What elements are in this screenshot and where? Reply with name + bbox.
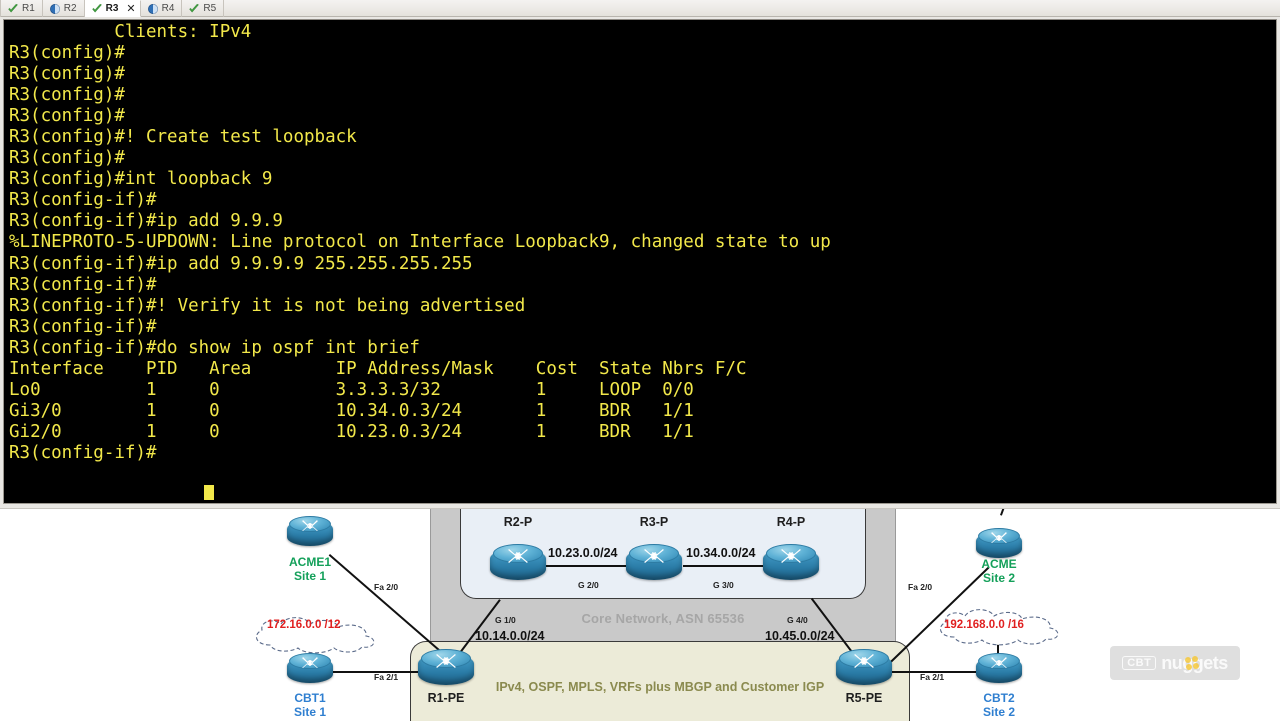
router-sublabel-text: Site 2 [982,570,1015,585]
watermark-cbt-label: CBT [1122,656,1157,670]
nugget-dots-icon [1185,655,1200,671]
interface-label-fa21-left: Fa 2/1 [374,672,399,682]
watermark-nuggets-label: nuggets [1161,653,1228,674]
network-label-10-14: 10.14.0.0/24 [475,629,545,643]
router-console-tabbar: R1 R2 R3 ✕ R4 R5 [0,0,1280,17]
router-cbt2-label: CBT2 Site 2 [959,691,1039,719]
network-label-10-34: 10.34.0.0/24 [686,546,756,560]
clock-icon [49,3,61,15]
check-icon [91,3,103,15]
router-r5pe-label: R5-PE [845,691,883,705]
terminal-cursor [204,485,214,500]
tab-label: R1 [22,3,35,14]
interface-label-fa20-right: Fa 2/0 [908,582,933,592]
cloud-right-label: 192.168.0.0 /16 [944,619,1024,631]
terminal-panel: Clients: IPv4 R3(config)# R3(config)# R3… [0,17,1280,508]
check-icon [188,3,200,15]
router-label-text: CBT1 [294,691,326,705]
terminal-output: Clients: IPv4 R3(config)# R3(config)# R3… [9,22,831,463]
tab-label: R4 [161,3,175,14]
router-r4p-label: R4-P [776,515,806,529]
cbt-nuggets-watermark: CBT nuggets [1110,646,1240,680]
router-acme2-label: ACME Site 2 [959,557,1039,585]
interface-label-fa21-right: Fa 2/1 [920,672,945,682]
router-r1pe-label: R1-PE [427,691,465,705]
interface-label-g20: G 2/0 [578,580,599,590]
router-cbt1-label: CBT1 Site 1 [270,691,350,719]
cloud-left-label: 172.16.0.0 /12 [267,619,341,631]
tab-r4[interactable]: R4 [141,0,183,17]
router-sublabel-text: Site 1 [293,568,326,583]
network-label-10-45: 10.45.0.0/24 [765,629,835,643]
router-r2p-label: R2-P [503,515,533,529]
router-sublabel-text: Site 2 [982,704,1015,719]
tab-r5[interactable]: R5 [182,0,225,17]
router-label-text: CBT2 [983,691,1015,705]
tab-label: R3 [105,3,119,14]
router-r3p-icon[interactable] [626,542,682,586]
router-r5pe-icon[interactable] [836,647,892,691]
interface-label-fa20-left: Fa 2/0 [374,582,399,592]
network-label-10-23: 10.23.0.0/24 [548,546,618,560]
tab-label: R5 [203,3,217,14]
router-label-text: ACME1 [288,555,331,569]
tab-r3[interactable]: R3 ✕ [84,0,141,17]
router-acme1-icon[interactable] [287,515,333,551]
tab-r2[interactable]: R2 [43,0,85,17]
terminal-console[interactable]: Clients: IPv4 R3(config)# R3(config)# R3… [3,19,1277,504]
clock-icon [147,3,159,15]
router-sublabel-text: Site 1 [293,704,326,719]
router-cbt2-icon[interactable] [976,652,1022,688]
close-icon[interactable]: ✕ [126,0,135,17]
router-r2p-icon[interactable] [490,542,546,586]
router-label-text: ACME [981,557,1017,571]
interface-label-g30: G 3/0 [713,580,734,590]
tab-label: R2 [63,3,77,14]
router-acme1-label: ACME1 Site 1 [270,555,350,583]
check-icon [7,3,19,15]
router-r1pe-icon[interactable] [418,647,474,691]
interface-label-g10: G 1/0 [495,615,516,625]
interface-label-g40: G 4/0 [787,615,808,625]
link-acme2-stem [1000,509,1007,516]
network-topology-diagram: Core Network, ASN 65536 IPv4, OSPF, MPLS… [0,508,1280,721]
tab-r1[interactable]: R1 [0,0,43,17]
application-window: R1 R2 R3 ✕ R4 R5 Clients: IPv4 R3(config… [0,0,1280,721]
router-r4p-icon[interactable] [763,542,819,586]
router-cbt1-icon[interactable] [287,652,333,688]
router-r3p-label: R3-P [639,515,669,529]
